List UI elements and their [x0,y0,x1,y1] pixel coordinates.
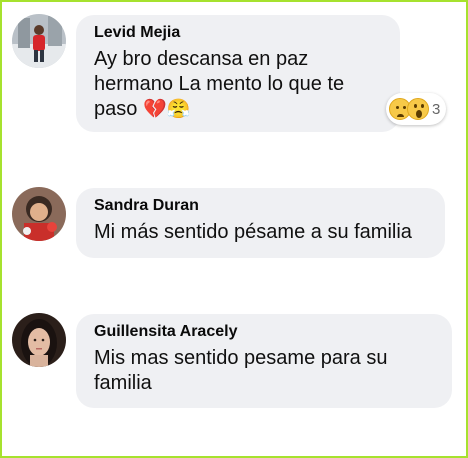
comment-text: Ay bro descansa en paz hermano La mento … [94,47,382,122]
avatar[interactable] [12,313,66,367]
avatar[interactable] [12,187,66,241]
comment-author[interactable]: Sandra Duran [94,196,427,216]
reaction-count: 3 [432,100,441,118]
comment-bubble: Levid Mejia Ay bro descansa en paz herma… [76,15,400,132]
reaction-summary[interactable]: 3 [386,93,447,125]
broken-heart-emoji: 💔 [142,98,167,120]
comment-author[interactable]: Levid Mejia [94,23,382,43]
comment-text: Mis mas sentido pesame para su familia [94,347,388,394]
comment-author[interactable]: Guillensita Aracely [94,322,434,342]
comment-text: Mi más sentido pésame a su familia [94,221,412,243]
avatar[interactable] [12,14,66,68]
comment-bubble: Guillensita Aracely Mis mas sentido pesa… [76,314,452,408]
comment-bubble: Sandra Duran Mi más sentido pésame a su … [76,188,445,258]
comment-text-body: Ay bro descansa en paz hermano La mento … [94,48,345,120]
steam-face-emoji: 😤 [166,98,191,120]
wow-face-icon [407,98,429,120]
